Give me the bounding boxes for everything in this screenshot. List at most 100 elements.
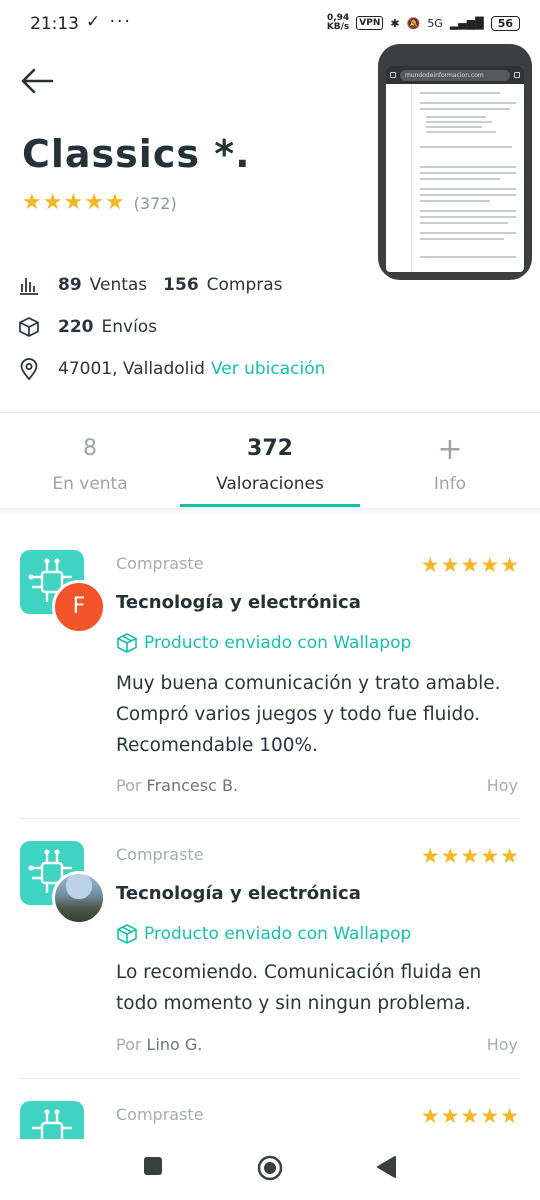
review-author: Por Lino G. xyxy=(116,1035,202,1054)
back-nav-button[interactable] xyxy=(376,1156,396,1182)
purchases-count: 156 xyxy=(163,275,199,295)
shipments-label: Envíos xyxy=(101,317,158,337)
review-text: Lo recomiendo. Comunicación fluida en to… xyxy=(116,962,482,1014)
home-button[interactable] xyxy=(257,1155,283,1185)
tab-reviews-label: Valoraciones xyxy=(216,474,324,494)
recents-button[interactable] xyxy=(143,1156,163,1180)
review-shipping-text: Producto enviado con Wallapop xyxy=(144,633,412,653)
avatar[interactable]: F xyxy=(52,580,106,634)
profile-name: Classics *. xyxy=(22,132,251,176)
review-author: Por Francesc B. xyxy=(116,776,238,795)
status-time: 21:13 xyxy=(30,14,79,34)
review-category: Tecnología y electrónica xyxy=(116,883,361,904)
tab-for-sale[interactable]: 8 En venta xyxy=(0,436,180,494)
location-pin-icon xyxy=(20,358,38,380)
shipments-count: 220 xyxy=(58,317,94,337)
review-shipping-text: Producto enviado con Wallapop xyxy=(144,924,412,944)
system-nav-bar xyxy=(0,1140,540,1200)
signal-bars-icon: ▂▄▆█ xyxy=(449,16,484,30)
purchases-label: Compras xyxy=(206,275,283,295)
review-shipping: Producto enviado con Wallapop xyxy=(116,632,411,654)
location-text: 47001, Valladolid xyxy=(58,359,205,379)
rating-count: (372) xyxy=(133,193,177,213)
star-icon: ★ xyxy=(420,844,440,868)
stats-sales-purchases: 89 Ventas 156 Compras xyxy=(18,274,283,296)
star-icon: ★ xyxy=(480,553,500,577)
shipping-box-icon xyxy=(117,924,137,944)
review-card: Compraste ★ ★ ★ ★ ★ xyxy=(0,1099,540,1139)
pip-url: mundodeinformacion.com xyxy=(400,69,510,81)
star-icon: ★ xyxy=(500,844,519,868)
profile-rating[interactable]: ★ ★ ★ ★ ★ (372) xyxy=(22,192,177,214)
divider xyxy=(20,1078,520,1079)
review-shipping: Producto enviado con Wallapop xyxy=(116,923,411,945)
pip-screen: mundodeinformacion.com xyxy=(386,66,524,272)
star-icon: ★ xyxy=(420,553,440,577)
divider xyxy=(20,818,520,819)
tabs-icon xyxy=(514,72,520,78)
triangle-back-icon xyxy=(377,1156,396,1178)
view-location-link[interactable]: Ver ubicación xyxy=(211,359,325,379)
review-stars: ★ ★ ★ ★ ★ xyxy=(421,845,520,867)
stats-location: 47001, Valladolid Ver ubicación xyxy=(18,358,325,380)
circle-home-icon xyxy=(257,1155,283,1181)
status-right: 0,94 KB/s VPN ✱ 🔕 5G ▂▄▆█ 56 xyxy=(327,14,520,32)
tab-reviews-count: 372 xyxy=(247,436,293,461)
star-icon: ★ xyxy=(480,1104,500,1128)
status-bar: 21:13 ✓ ··· 0,94 KB/s VPN ✱ 🔕 5G ▂▄▆█ 56 xyxy=(0,0,540,50)
network-speed: 0,94 KB/s xyxy=(326,13,350,32)
bluetooth-icon: ✱ xyxy=(390,16,400,30)
sales-count: 89 xyxy=(58,275,82,295)
tab-indicator xyxy=(180,504,360,507)
circuit-chip-icon xyxy=(20,1101,84,1139)
star-icon: ★ xyxy=(104,190,125,215)
tab-for-sale-count: 8 xyxy=(83,436,97,461)
star-icon: ★ xyxy=(440,553,460,577)
review-stars: ★ ★ ★ ★ ★ xyxy=(421,554,520,576)
review-bought-label: Compraste xyxy=(116,845,204,864)
pip-sidebar xyxy=(386,84,412,272)
review-date: Hoy xyxy=(486,776,518,795)
divider xyxy=(0,412,540,413)
star-icon: ★ xyxy=(84,190,104,215)
review-by-prefix: Por xyxy=(116,1035,142,1054)
shipping-box-icon xyxy=(117,633,137,653)
tab-info[interactable]: + Info xyxy=(360,432,540,495)
stats-shipments: 220 Envíos xyxy=(18,316,157,338)
sales-label: Ventas xyxy=(89,275,148,295)
square-icon xyxy=(144,1157,162,1175)
star-icon: ★ xyxy=(500,553,519,577)
notification-icons: ✓ ··· xyxy=(86,12,132,32)
review-author-name: Francesc B. xyxy=(146,776,239,795)
floating-browser-window[interactable]: mundodeinformacion.com xyxy=(378,44,532,280)
star-icon: ★ xyxy=(500,1104,519,1128)
tab-reviews[interactable]: 372 Valoraciones xyxy=(180,436,360,494)
review-stars: ★ ★ ★ ★ ★ xyxy=(421,1105,520,1127)
tab-shadow xyxy=(0,508,540,514)
signal-label: 5G xyxy=(427,16,443,30)
star-icon: ★ xyxy=(440,844,460,868)
star-icon: ★ xyxy=(480,844,500,868)
review-text: Muy buena comunicación y trato amable. C… xyxy=(116,673,501,756)
review-bought-label: Compraste xyxy=(116,1105,204,1124)
star-icon: ★ xyxy=(63,190,84,215)
avatar[interactable] xyxy=(52,871,106,925)
star-icon: ★ xyxy=(42,190,63,215)
star-icon: ★ xyxy=(460,553,480,577)
star-icon: ★ xyxy=(460,844,480,868)
plus-icon: + xyxy=(437,432,463,467)
box-icon xyxy=(19,317,39,337)
star-icon: ★ xyxy=(420,1104,440,1128)
back-button[interactable] xyxy=(20,66,54,96)
home-icon xyxy=(390,72,396,78)
pip-toolbar: mundodeinformacion.com xyxy=(386,66,524,84)
star-icon: ★ xyxy=(460,1104,480,1128)
review-by-prefix: Por xyxy=(116,776,142,795)
back-arrow-icon xyxy=(21,68,54,94)
review-author-name: Lino G. xyxy=(146,1035,203,1054)
battery-icon: 56 xyxy=(490,15,520,31)
star-icon: ★ xyxy=(440,1104,460,1128)
review-category: Tecnología y electrónica xyxy=(116,592,361,613)
tab-for-sale-label: En venta xyxy=(52,474,128,494)
review-bought-label: Compraste xyxy=(116,554,204,573)
